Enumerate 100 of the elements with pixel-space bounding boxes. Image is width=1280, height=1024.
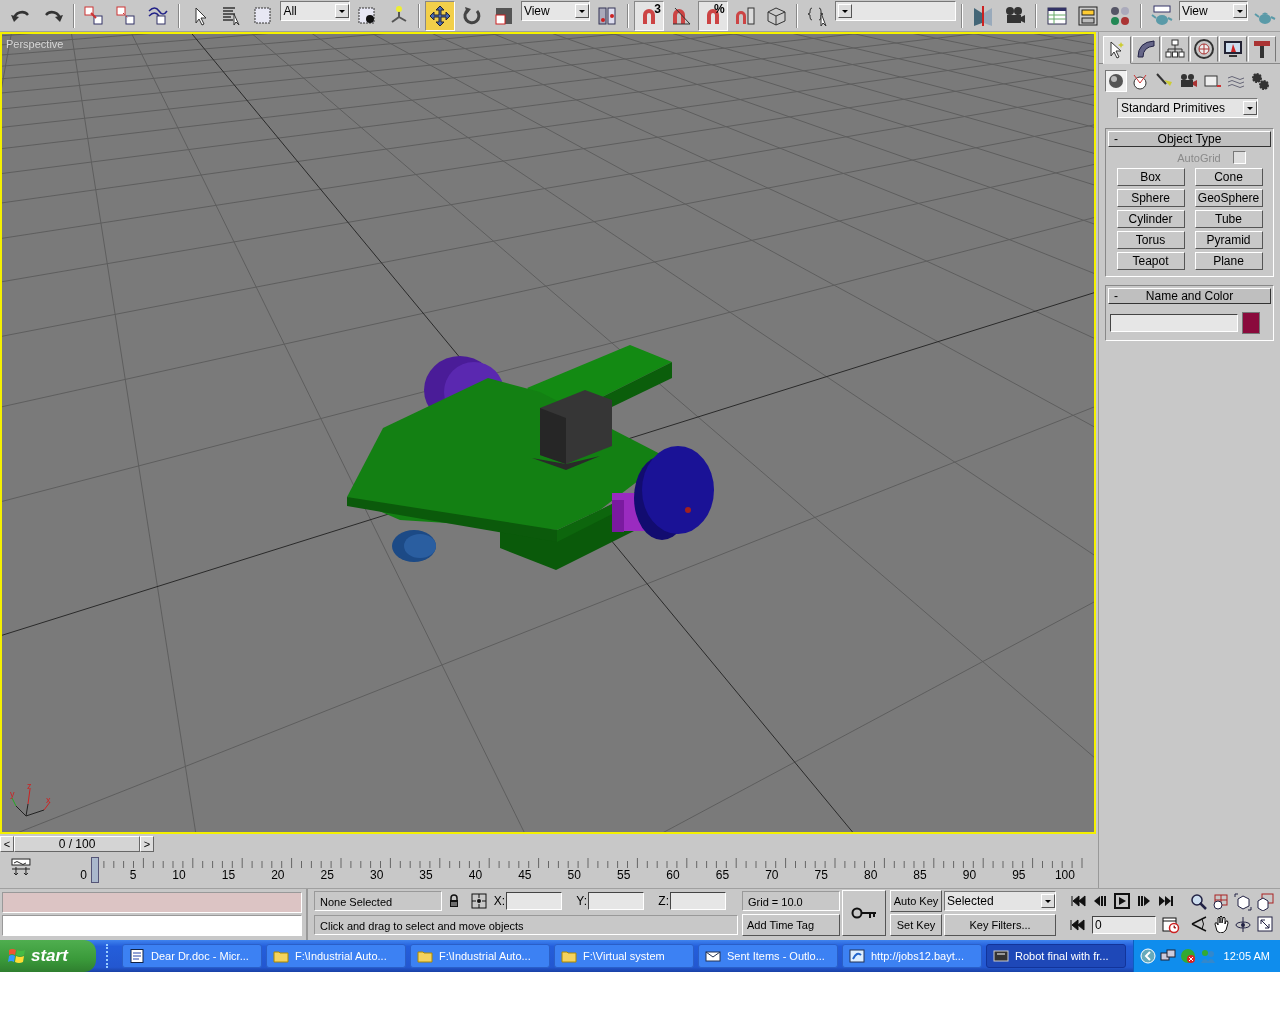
- primitive-button[interactable]: Cylinder: [1116, 210, 1185, 228]
- category-button[interactable]: [1249, 70, 1271, 92]
- taskbar-item[interactable]: F:\Virtual system: [554, 944, 694, 968]
- arc-rotate-icon[interactable]: [1234, 915, 1252, 933]
- x-coordinate-field[interactable]: [506, 892, 562, 910]
- primitive-button[interactable]: Cone: [1194, 168, 1263, 186]
- frame-number: 75: [813, 868, 828, 883]
- toolbar-button[interactable]: %: [697, 0, 728, 31]
- zoom-extents-icon[interactable]: [1234, 893, 1252, 911]
- frame-number: 55: [615, 868, 631, 883]
- frame-number: 50: [566, 868, 581, 883]
- primitive-button[interactable]: GeoSphere: [1194, 189, 1263, 207]
- monitor-icon: [1222, 38, 1244, 60]
- hammer-icon: [1251, 38, 1273, 60]
- primitive-button[interactable]: Plane: [1194, 252, 1263, 270]
- selection-status: None Selected: [314, 891, 442, 911]
- z-coordinate-label: Z:: [658, 894, 670, 908]
- time-slider-thumb[interactable]: 0 / 100: [14, 836, 140, 853]
- taskbar-item[interactable]: Robot final with fr...: [986, 944, 1126, 968]
- primitive-button[interactable]: Sphere: [1116, 189, 1185, 207]
- toolbar-dropdown[interactable]: View: [1178, 1, 1249, 21]
- curve-editor-icon[interactable]: [10, 858, 32, 877]
- toolbar-dropdown[interactable]: [834, 1, 957, 21]
- frame-number: 0: [79, 868, 87, 883]
- windows-logo-icon: [8, 948, 26, 964]
- x-coordinate-label: X:: [493, 894, 506, 908]
- zoom-extents-all-icon[interactable]: [1256, 893, 1274, 911]
- field-of-view-icon[interactable]: [1190, 915, 1208, 933]
- auto-key-button[interactable]: Auto Key: [890, 890, 942, 912]
- previous-frame-icon[interactable]: [1092, 893, 1109, 909]
- frame-number: 100: [1054, 868, 1075, 883]
- security-shield-icon[interactable]: [1179, 948, 1196, 964]
- taskbar-item[interactable]: F:\Industrial Auto...: [410, 944, 550, 968]
- taskbar-item[interactable]: Dear Dr.doc - Micr...: [122, 944, 262, 968]
- rollout-header[interactable]: - Object Type: [1108, 131, 1271, 147]
- object-name-field[interactable]: [1110, 314, 1238, 332]
- current-frame-field[interactable]: 0: [1092, 916, 1156, 934]
- clock: 12:05 AM: [1223, 950, 1270, 962]
- pan-hand-icon[interactable]: [1212, 915, 1230, 933]
- toolbar-dropdown[interactable]: View: [520, 1, 591, 21]
- primitive-button[interactable]: Box: [1116, 168, 1185, 186]
- set-keys-button[interactable]: [842, 890, 886, 936]
- command-panel-tab[interactable]: [1219, 36, 1247, 62]
- frame-number: 60: [665, 868, 680, 883]
- frame-number: 20: [270, 868, 285, 883]
- table-icon: [1045, 4, 1068, 27]
- command-panel-tab[interactable]: [1103, 36, 1131, 64]
- command-panel-tab[interactable]: [1248, 36, 1276, 62]
- category-button[interactable]: [1105, 70, 1127, 92]
- hierarchy-icon: [1164, 38, 1186, 60]
- toolbar-dropdown[interactable]: All: [280, 1, 350, 21]
- time-configuration-icon[interactable]: [1162, 916, 1180, 934]
- z-coordinate-field[interactable]: [670, 892, 726, 910]
- add-time-tag-button[interactable]: Add Time Tag: [742, 914, 840, 936]
- primitive-button[interactable]: Teapot: [1116, 252, 1185, 270]
- previous-frame-button[interactable]: <: [0, 836, 14, 853]
- spheres-icon: [1109, 4, 1132, 27]
- maxscript-listener-field[interactable]: [2, 892, 302, 913]
- key-filters-button[interactable]: Key Filters...: [944, 914, 1056, 936]
- snap-label: 3: [654, 1, 661, 16]
- frame-number: 40: [467, 868, 483, 883]
- zoom-all-icon[interactable]: [1212, 893, 1230, 911]
- primitive-button[interactable]: Tube: [1194, 210, 1263, 228]
- rollout-header[interactable]: - Name and Color: [1108, 288, 1271, 304]
- command-panel-tab[interactable]: [1190, 36, 1218, 62]
- y-coordinate-field[interactable]: [588, 892, 644, 910]
- set-key-button[interactable]: Set Key: [890, 914, 942, 936]
- frame-number: 30: [368, 868, 384, 883]
- frame-number: 45: [517, 868, 532, 883]
- go-to-start-icon[interactable]: [1070, 893, 1087, 909]
- frame-number: 35: [418, 868, 433, 883]
- toolbar-button[interactable]: 3: [634, 0, 664, 31]
- primitive-button[interactable]: Torus: [1116, 231, 1185, 249]
- category-dropdown[interactable]: Standard Primitives: [1117, 98, 1258, 118]
- folder-icon: [561, 949, 577, 963]
- track-bar[interactable]: 0 5 10 15 20 25 30 35 40 45 50 55 60 65 70 75 80 85 90 95 100: [41, 856, 1098, 885]
- spinner-snap-icon: [733, 4, 756, 27]
- sphere-icon: [1106, 71, 1126, 91]
- maximize-viewport-icon[interactable]: [1256, 915, 1274, 933]
- taskbar-item[interactable]: F:\Industrial Auto...: [266, 944, 406, 968]
- key-mode-dropdown[interactable]: Selected: [944, 891, 1056, 911]
- next-frame-button[interactable]: >: [140, 836, 154, 853]
- taskbar-item[interactable]: Sent Items - Outlo...: [698, 944, 838, 968]
- object-color-swatch[interactable]: [1242, 312, 1260, 334]
- zoom-icon[interactable]: [1190, 893, 1208, 911]
- chevron-left-icon[interactable]: [1139, 948, 1156, 964]
- maxscript-input-field[interactable]: [2, 915, 302, 936]
- command-panel-tab[interactable]: [1132, 36, 1160, 62]
- network-icon[interactable]: [1159, 948, 1176, 964]
- play-icon[interactable]: [1114, 893, 1131, 909]
- unlink-icon: [115, 4, 138, 27]
- taskbar-item[interactable]: http://jobs12.bayt...: [842, 944, 982, 968]
- lock-icon[interactable]: [448, 894, 460, 908]
- folder-icon: [417, 949, 433, 963]
- autogrid-label: AutoGrid: [1177, 151, 1221, 164]
- primitive-button[interactable]: Pyramid: [1194, 231, 1263, 249]
- go-to-end-icon[interactable]: [1158, 893, 1175, 909]
- toolbar-button[interactable]: [425, 0, 456, 31]
- command-panel-tab[interactable]: [1161, 36, 1189, 62]
- panel-icon: [1077, 4, 1100, 27]
